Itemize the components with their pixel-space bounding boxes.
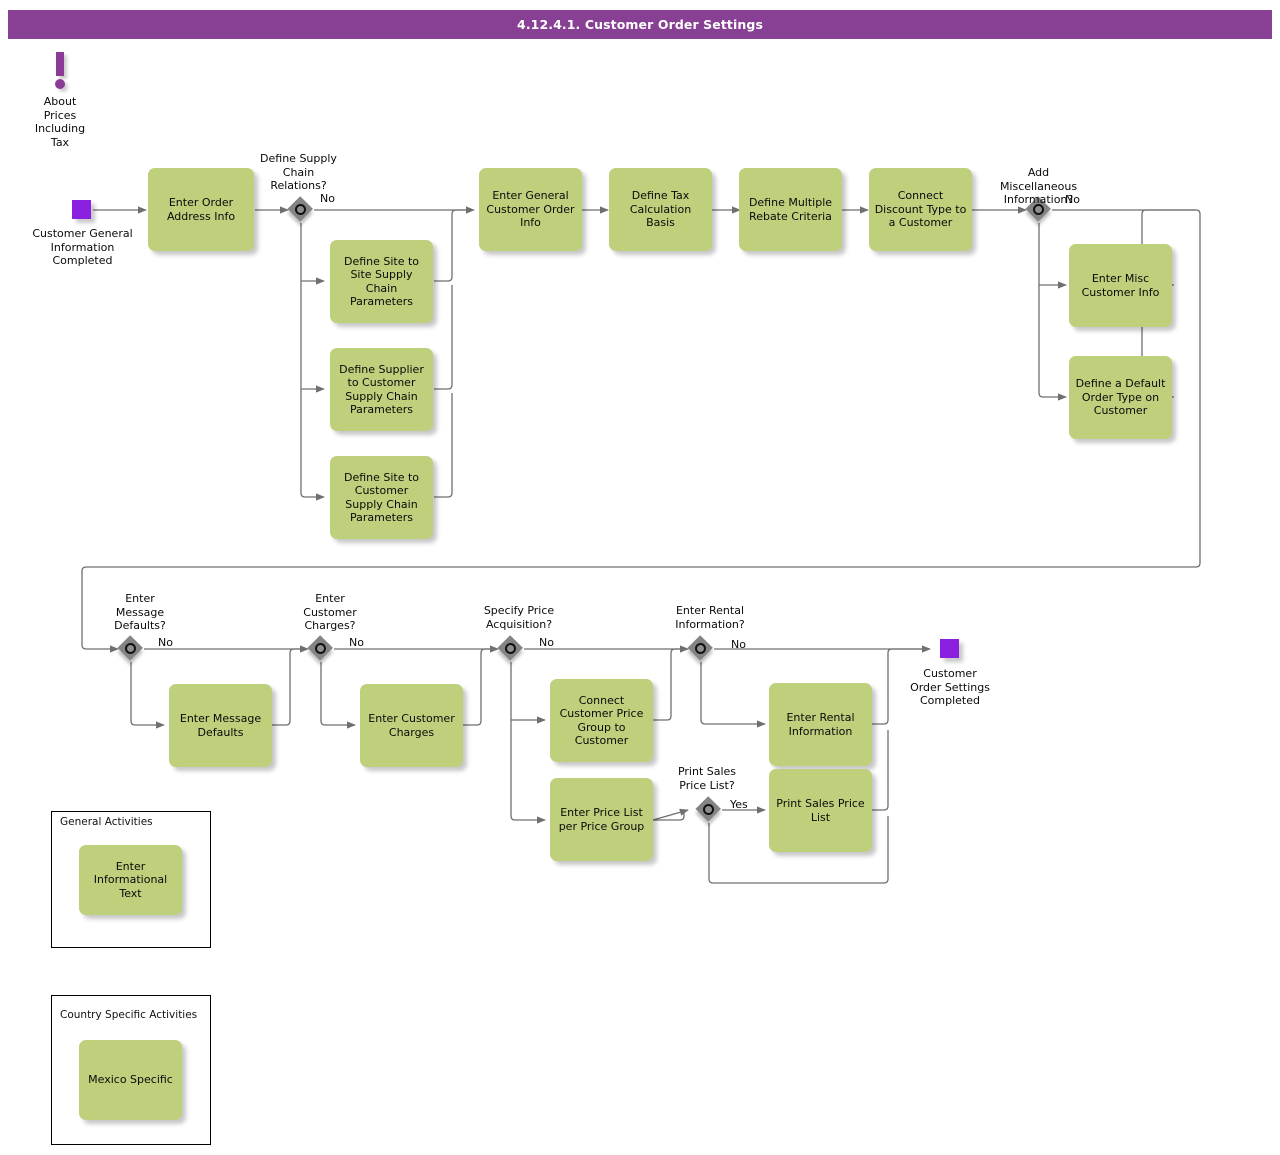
start-event[interactable] — [72, 200, 91, 219]
task-connect-discount-type-to-a-customer[interactable]: Connect Discount Type to a Customer — [869, 168, 972, 251]
legend-task-mexico-specific[interactable]: Mexico Specific — [79, 1040, 182, 1120]
start-event-label: Customer General Information Completed — [32, 227, 133, 267]
task-enter-rental-information[interactable]: Enter Rental Information — [769, 683, 872, 766]
task-enter-message-defaults[interactable]: Enter Message Defaults — [169, 684, 272, 767]
gateway-define-supply-chain-relations[interactable] — [287, 196, 314, 223]
gateway-label-enter-customer-charges: Enter Customer Charges? — [303, 592, 357, 632]
gateway-circle-icon — [694, 642, 706, 654]
legend-country-specific-activities-title: Country Specific Activities — [60, 1009, 198, 1021]
task-define-site-to-customer-supply-chain-parameters[interactable]: Define Site to Customer Supply Chain Par… — [330, 456, 433, 539]
task-print-sales-price-list[interactable]: Print Sales Price List — [769, 769, 872, 852]
task-label: Mexico Specific — [88, 1073, 173, 1087]
gateway-circle-icon — [124, 642, 136, 654]
task-label: Define a Default Order Type on Customer — [1075, 377, 1166, 418]
task-label: Enter Misc Customer Info — [1081, 272, 1160, 299]
flow-label-message-defaults-no: No — [158, 636, 173, 649]
information-marker-icon — [50, 52, 72, 92]
task-enter-price-list-per-price-group[interactable]: Enter Price List per Price Group — [550, 778, 653, 861]
task-label: Define Supplier to Customer Supply Chain… — [339, 362, 424, 417]
marker-bar-icon — [56, 52, 64, 76]
task-define-multiple-rebate-criteria[interactable]: Define Multiple Rebate Criteria — [739, 168, 842, 251]
task-define-site-to-site-supply-chain-parameters[interactable]: Define Site to Site Supply Chain Paramet… — [330, 240, 433, 323]
page-title: 4.12.4.1. Customer Order Settings — [517, 17, 763, 32]
legend-general-activities-title: General Activities — [60, 816, 153, 828]
task-label: Define Site to Site Supply Chain Paramet… — [343, 254, 420, 309]
gateway-circle-icon — [504, 642, 516, 654]
flow-label-print-sales-price-yes: Yes — [730, 798, 748, 811]
task-label: Enter Order Address Info — [166, 196, 236, 223]
flow-label-customer-charges-no: No — [349, 636, 364, 649]
gateway-circle-icon — [294, 203, 306, 215]
flow-label-supply-chain-no: No — [320, 192, 335, 205]
end-event-label: Customer Order Settings Completed — [910, 667, 990, 707]
task-label: Enter Informational Text — [93, 859, 168, 900]
gateway-label-define-supply-chain-relations: Define Supply Chain Relations? — [260, 152, 337, 192]
gateway-print-sales-price-list[interactable] — [695, 796, 722, 823]
task-label: Connect Discount Type to a Customer — [874, 189, 967, 230]
task-label: Enter General Customer Order Info — [486, 189, 575, 230]
task-enter-general-customer-order-info[interactable]: Enter General Customer Order Info — [479, 168, 582, 251]
gateway-label-enter-rental-information: Enter Rental Information? — [675, 604, 745, 631]
gateway-label-print-sales-price-list: Print Sales Price List? — [677, 765, 737, 792]
task-enter-misc-customer-info[interactable]: Enter Misc Customer Info — [1069, 244, 1172, 327]
gateway-enter-rental-information[interactable] — [687, 635, 714, 662]
task-label: Define Site to Customer Supply Chain Par… — [343, 470, 420, 525]
task-label: Enter Rental Information — [786, 711, 855, 738]
task-define-supplier-to-customer-supply-chain-parameters[interactable]: Define Supplier to Customer Supply Chain… — [330, 348, 433, 431]
task-label: Connect Customer Price Group to Customer — [559, 693, 644, 748]
marker-dot-icon — [55, 79, 65, 89]
task-label: Enter Customer Charges — [368, 712, 455, 739]
task-define-tax-calculation-basis[interactable]: Define Tax Calculation Basis — [609, 168, 712, 251]
gateway-circle-icon — [702, 803, 714, 815]
flow-label-rental-information-no: No — [731, 638, 746, 651]
gateway-enter-customer-charges[interactable] — [307, 635, 334, 662]
gateway-specify-price-acquisition[interactable] — [497, 635, 524, 662]
flow-label-misc-no: No — [1065, 193, 1080, 206]
task-label: Define Multiple Rebate Criteria — [748, 196, 833, 223]
page-header: 4.12.4.1. Customer Order Settings — [8, 10, 1272, 39]
end-event[interactable] — [940, 639, 959, 658]
task-label: Define Tax Calculation Basis — [629, 189, 692, 230]
flowchart-canvas: 4.12.4.1. Customer Order Settings About … — [0, 0, 1280, 1155]
gateway-enter-message-defaults[interactable] — [117, 635, 144, 662]
gateway-circle-icon — [314, 642, 326, 654]
task-connect-customer-price-group-to-customer[interactable]: Connect Customer Price Group to Customer — [550, 679, 653, 762]
task-define-a-default-order-type-on-customer[interactable]: Define a Default Order Type on Customer — [1069, 356, 1172, 439]
flow-label-price-acquisition-no: No — [539, 636, 554, 649]
legend-task-enter-informational-text[interactable]: Enter Informational Text — [79, 845, 182, 915]
task-enter-customer-charges[interactable]: Enter Customer Charges — [360, 684, 463, 767]
task-label: Enter Message Defaults — [179, 712, 262, 739]
gateway-label-enter-message-defaults: Enter Message Defaults? — [114, 592, 166, 632]
task-label: Print Sales Price List — [776, 797, 865, 824]
annotation-label: About Prices Including Tax — [34, 95, 86, 149]
gateway-label-specify-price-acquisition: Specify Price Acquisition? — [483, 604, 555, 631]
task-enter-order-address-info[interactable]: Enter Order Address Info — [148, 168, 254, 251]
task-label: Enter Price List per Price Group — [558, 806, 645, 833]
